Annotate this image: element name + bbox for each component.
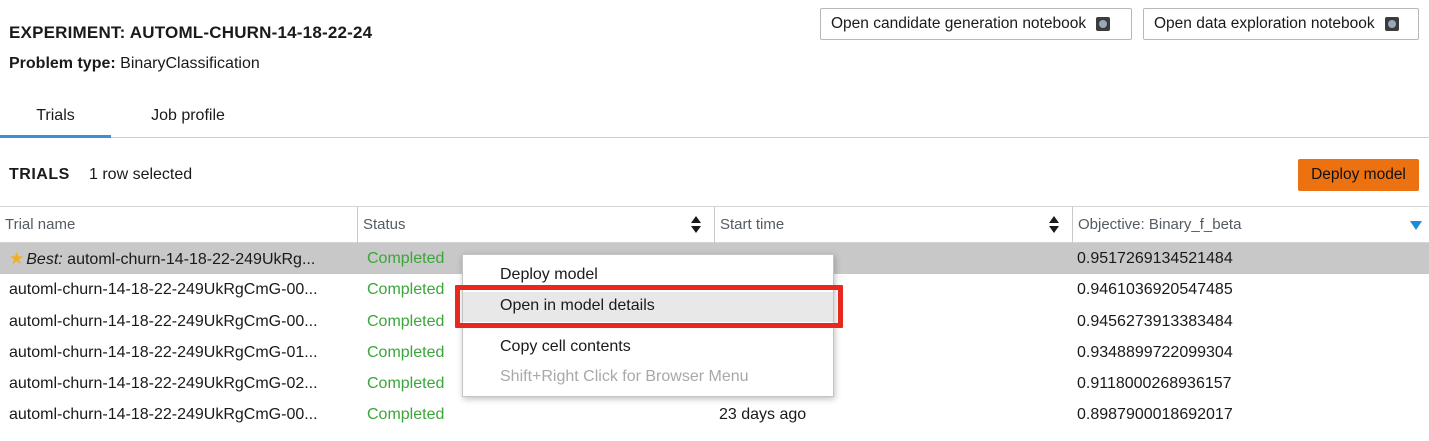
trials-heading: TRIALS: [9, 166, 70, 183]
problem-type-value: BinaryClassification: [120, 55, 260, 72]
status-cell[interactable]: Completed: [367, 399, 707, 430]
column-header-start-time-label: Start time: [720, 216, 785, 233]
table-header: Trial name Status Start time Objective: …: [0, 206, 1429, 243]
problem-type-label: Problem type:: [9, 55, 116, 72]
trial-name-cell[interactable]: ★ Best: automl-churn-14-18-22-249UkRg...: [9, 243, 353, 274]
column-header-start-time[interactable]: Start time: [714, 207, 1072, 243]
tab-job-profile[interactable]: Job profile: [130, 98, 246, 138]
column-header-status[interactable]: Status: [357, 207, 714, 243]
experiment-title: EXPERIMENT: AUTOML-CHURN-14-18-22-24: [9, 23, 373, 42]
trial-name-cell[interactable]: automl-churn-14-18-22-249UkRgCmG-00...: [9, 399, 353, 430]
objective-cell[interactable]: 0.9461036920547485: [1077, 274, 1417, 305]
sort-icon[interactable]: [1049, 216, 1060, 234]
table-row[interactable]: automl-churn-14-18-22-249UkRgCmG-00... C…: [0, 399, 1429, 430]
sort-icon[interactable]: [691, 216, 702, 234]
best-label: Best:: [26, 251, 63, 268]
column-header-objective-label: Objective: Binary_f_beta: [1078, 216, 1242, 233]
open-candidate-notebook-button[interactable]: Open candidate generation notebook: [820, 8, 1132, 40]
open-exploration-notebook-button[interactable]: Open data exploration notebook: [1143, 8, 1419, 40]
trial-name: automl-churn-14-18-22-249UkRg...: [67, 251, 316, 268]
objective-cell[interactable]: 0.8987900018692017: [1077, 399, 1417, 430]
trial-name-cell[interactable]: automl-churn-14-18-22-249UkRgCmG-01...: [9, 337, 353, 368]
objective-cell[interactable]: 0.9517269134521484: [1077, 243, 1417, 274]
objective-cell[interactable]: 0.9348899722099304: [1077, 337, 1417, 368]
context-menu-deploy-model[interactable]: Deploy model: [500, 266, 598, 284]
trial-name-cell[interactable]: automl-churn-14-18-22-249UkRgCmG-02...: [9, 368, 353, 399]
trial-name-cell[interactable]: automl-churn-14-18-22-249UkRgCmG-00...: [9, 306, 353, 337]
column-header-objective[interactable]: Objective: Binary_f_beta: [1072, 207, 1429, 243]
context-menu-browser-hint: Shift+Right Click for Browser Menu: [500, 368, 749, 385]
star-icon: ★: [9, 249, 25, 268]
column-header-status-label: Status: [363, 216, 406, 233]
trial-name-cell[interactable]: automl-churn-14-18-22-249UkRgCmG-00...: [9, 274, 353, 305]
deploy-model-button[interactable]: Deploy model: [1298, 159, 1419, 191]
open-exploration-notebook-label: Open data exploration notebook: [1154, 15, 1375, 32]
info-icon: [1384, 17, 1399, 31]
context-menu-copy-cell[interactable]: Copy cell contents: [500, 338, 631, 356]
sort-descending-icon[interactable]: [1410, 221, 1422, 230]
problem-type: Problem type: BinaryClassification: [9, 55, 260, 73]
tab-trials[interactable]: Trials: [0, 98, 111, 138]
tab-bar: Trials Job profile: [0, 98, 1429, 138]
objective-cell[interactable]: 0.9118000268936157: [1077, 368, 1417, 399]
open-candidate-notebook-label: Open candidate generation notebook: [831, 15, 1087, 32]
selection-status: 1 row selected: [89, 166, 193, 183]
context-menu: Deploy model Open in model details Copy …: [462, 254, 834, 397]
objective-cell[interactable]: 0.9456273913383484: [1077, 306, 1417, 337]
context-menu-open-model-details[interactable]: Open in model details: [500, 297, 655, 315]
column-header-trial-name[interactable]: Trial name: [0, 207, 357, 243]
info-icon: [1096, 17, 1111, 31]
start-time-cell[interactable]: 23 days ago: [719, 399, 1059, 430]
